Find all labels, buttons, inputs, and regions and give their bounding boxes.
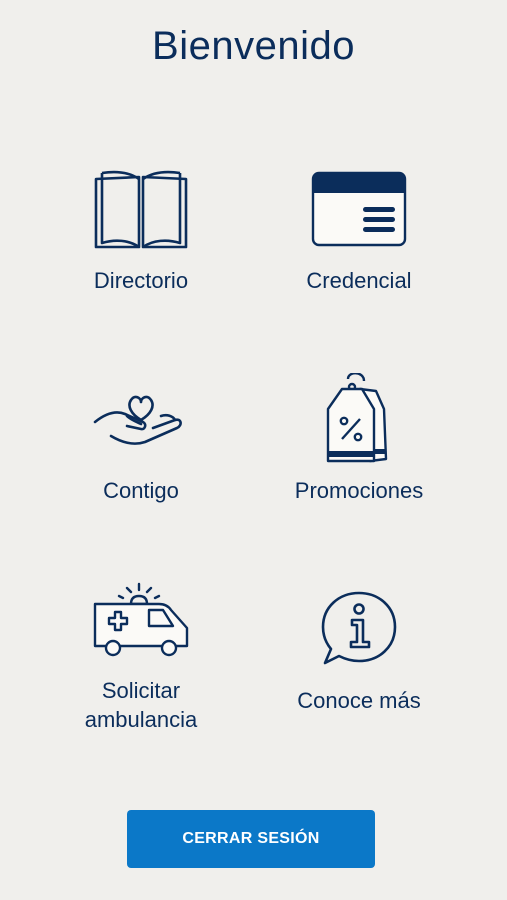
open-book-icon (86, 166, 196, 252)
menu-label-promociones: Promociones (294, 478, 424, 503)
price-tag-percent-icon (304, 373, 414, 463)
ambulance-icon (86, 576, 196, 662)
menu-label-directorio: Directorio (93, 268, 189, 293)
menu-item-credencial[interactable]: Credencial (249, 166, 469, 295)
menu-item-promociones[interactable]: Promociones (249, 373, 469, 505)
menu-label-credencial: Credencial (306, 268, 412, 293)
id-card-icon (304, 166, 414, 252)
menu-label-ambulancia-line1: Solicitar (101, 678, 181, 703)
menu-item-contigo[interactable]: Contigo (31, 376, 251, 505)
hand-heart-icon (86, 376, 196, 462)
menu-label-ambulancia-line2: ambulancia (84, 707, 198, 732)
menu-item-conoce-mas[interactable]: Conoce más (249, 586, 469, 715)
logout-button[interactable]: CERRAR SESIÓN (127, 810, 375, 868)
menu-item-ambulancia[interactable]: Solicitar ambulancia (31, 576, 251, 734)
page-title: Bienvenido (152, 24, 355, 68)
menu-item-directorio[interactable]: Directorio (31, 166, 251, 295)
menu-label-contigo: Contigo (103, 478, 179, 503)
info-bubble-icon (304, 586, 414, 672)
menu-label-ambulancia: Solicitar ambulancia (85, 676, 198, 734)
menu-label-conoce-mas: Conoce más (297, 688, 421, 713)
